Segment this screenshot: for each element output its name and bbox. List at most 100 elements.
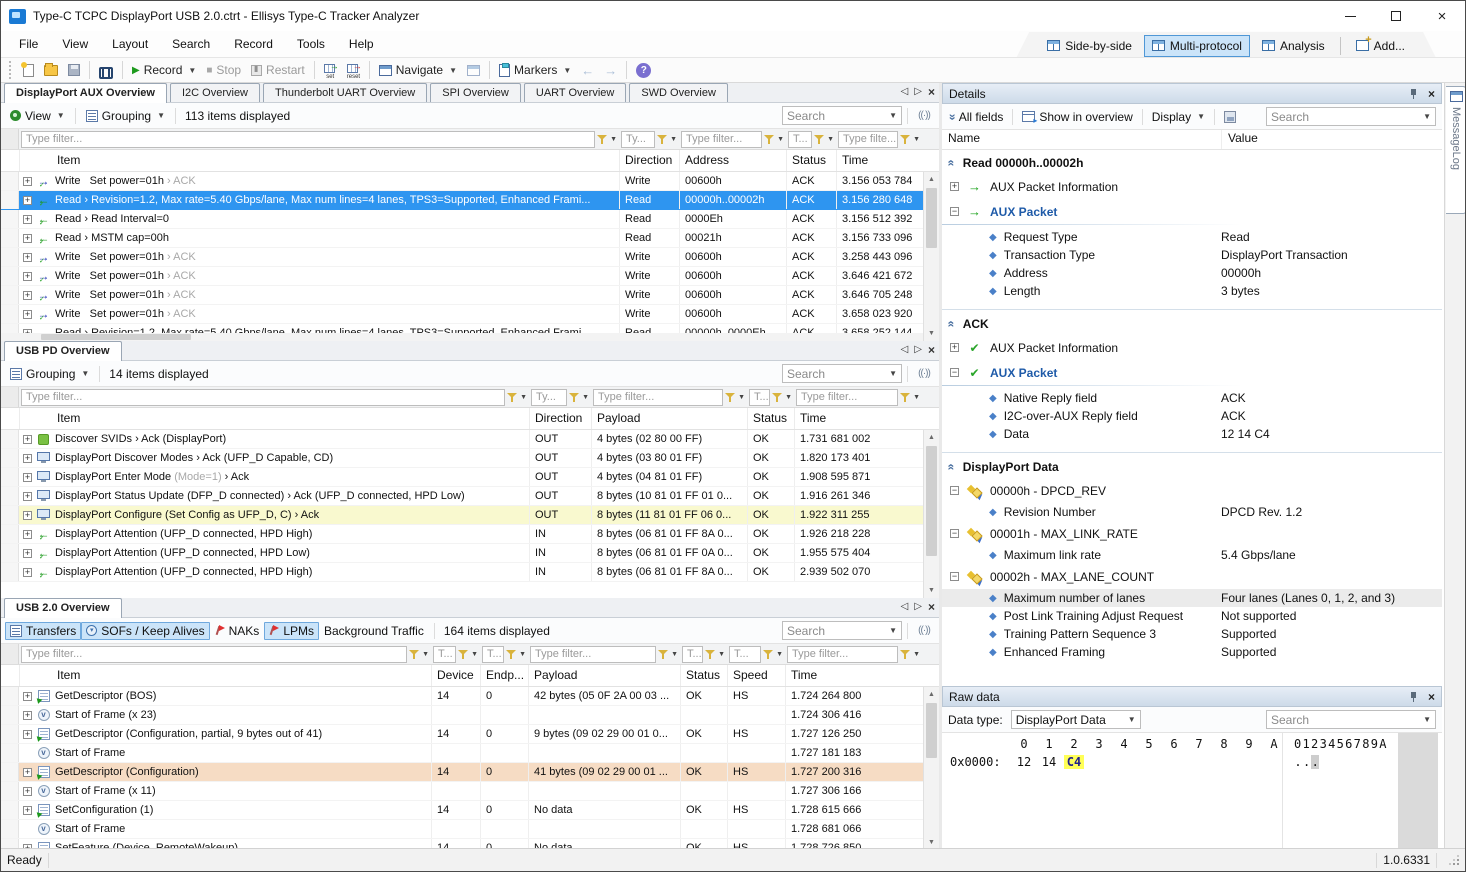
stop-button[interactable]: ■Stop [201, 61, 246, 79]
table-row[interactable]: +→Write Set power=01h › ACKWrite00600hAC… [1, 286, 939, 305]
table-row[interactable]: +←DisplayPort Attention (UFP_D connected… [1, 544, 939, 563]
hex-view[interactable]: 0123456789A0123456789A0x0000:1214C4... [942, 733, 1442, 850]
scroll-down-icon[interactable]: ▼ [924, 326, 939, 341]
type-filter-input[interactable]: T... [482, 646, 504, 663]
navigate-button[interactable]: Navigate▼ [374, 61, 462, 79]
details-search-input[interactable]: Search ▼ [1266, 107, 1436, 126]
filter-dropdown-icon[interactable]: ▼ [913, 394, 920, 401]
data-type-select[interactable]: DisplayPort Data ▼ [1011, 710, 1141, 729]
copy-details-icon[interactable] [1224, 111, 1236, 123]
expand-icon[interactable]: + [23, 196, 32, 205]
messagelog-tab[interactable]: MessageLog [1446, 86, 1466, 214]
column-header-status[interactable]: Status [680, 665, 727, 686]
filter-dropdown-icon[interactable]: ▼ [913, 136, 920, 143]
table-row[interactable]: +GetDescriptor (BOS)14042 bytes (05 0F 2… [1, 687, 939, 706]
table-row[interactable]: +DisplayPort Enter Mode (Mode=1) › AckOU… [1, 468, 939, 487]
expand-icon[interactable]: + [23, 291, 32, 300]
tab-displayport-aux-overview[interactable]: DisplayPort AUX Overview [4, 83, 167, 103]
filter-dropdown-icon[interactable]: ▼ [520, 394, 527, 401]
hex-byte[interactable]: C4 [1064, 755, 1084, 769]
filter-button-lpms[interactable]: LPMs [264, 622, 319, 640]
details-field-row[interactable]: ◆Maximum link rate5.4 Gbps/lane [942, 546, 1442, 564]
horizontal-scrollbar[interactable] [1, 333, 923, 341]
filter-funnel-icon[interactable] [764, 134, 775, 145]
details-field-row[interactable]: ◆Enhanced FramingSupported [942, 643, 1442, 661]
export-view-button[interactable] [462, 63, 485, 78]
filter-button-background-traffic[interactable]: Background Traffic [319, 622, 429, 640]
column-header-direction[interactable]: Direction [529, 408, 591, 429]
menu-record[interactable]: Record [222, 33, 285, 55]
layout-button-analysis[interactable]: Analysis [1254, 35, 1333, 57]
next-marker-button[interactable]: → [599, 61, 622, 80]
scrollbar-thumb[interactable] [926, 446, 937, 556]
column-header-status[interactable]: Status [786, 150, 836, 171]
details-field-row[interactable]: ◆Address00000h [942, 264, 1442, 282]
restart-button[interactable]: Restart [246, 61, 310, 79]
details-group-row[interactable]: +✔AUX Packet Information [942, 335, 1442, 360]
filter-button-naks[interactable]: NAKs [210, 622, 265, 640]
column-header-time[interactable]: Time [836, 150, 922, 171]
menu-layout[interactable]: Layout [100, 33, 160, 55]
type-filter-input[interactable]: Type filter... [593, 389, 723, 406]
panel-search-input[interactable]: Search▼ [782, 621, 902, 640]
expand-icon[interactable]: + [23, 530, 32, 539]
raw-search-input[interactable]: Search ▼ [1266, 710, 1436, 729]
type-filter-input[interactable]: Type filte... [838, 131, 898, 148]
column-header-item[interactable]: Item [19, 665, 431, 686]
new-file-button[interactable] [18, 62, 39, 79]
tab-thunderbolt-uart-overview[interactable]: Thunderbolt UART Overview [263, 83, 427, 102]
expand-icon[interactable]: + [23, 272, 32, 281]
type-filter-input[interactable]: Ty... [621, 131, 655, 148]
details-group-row[interactable]: −00002h - MAX_LANE_COUNT [942, 564, 1442, 589]
reset-trigger-button[interactable]: →reset [342, 62, 365, 78]
all-fields-button[interactable]: All fields [959, 110, 1004, 124]
toolbar-grip[interactable] [9, 61, 14, 79]
table-row[interactable]: +→Write Set power=01h › ACKWrite00600hAC… [1, 248, 939, 267]
type-filter-input[interactable]: T... [749, 389, 770, 406]
details-field-row[interactable]: ◆Post Link Training Adjust RequestNot su… [942, 607, 1442, 625]
expand-icon[interactable]: + [23, 568, 32, 577]
column-header-item[interactable]: Item [19, 150, 619, 171]
details-field-row[interactable]: ◆Training Pattern Sequence 3Supported [942, 625, 1442, 643]
column-header-time[interactable]: Time [785, 665, 922, 686]
filter-button-sofs-keep-alives[interactable]: ▾SOFs / Keep Alives [81, 622, 209, 640]
filter-button-transfers[interactable]: Transfers [5, 622, 81, 640]
tab-usb-2-0-overview[interactable]: USB 2.0 Overview [4, 598, 122, 618]
filter-dropdown-icon[interactable]: ▼ [776, 651, 783, 658]
details-group-row[interactable]: −00001h - MAX_LINK_RATE [942, 521, 1442, 546]
type-filter-input[interactable]: Type filter... [21, 131, 595, 148]
filter-funnel-icon[interactable] [657, 134, 668, 145]
table-row[interactable]: +←Read › Revision=1.2, Max rate=5.40 Gbp… [1, 191, 939, 210]
column-header-address[interactable]: Address [679, 150, 786, 171]
details-group-row[interactable]: −→AUX Packet [942, 199, 1442, 224]
open-button[interactable] [39, 63, 63, 78]
expand-icon[interactable]: + [23, 787, 32, 796]
set-trigger-button[interactable]: →set [319, 62, 342, 78]
filter-funnel-icon[interactable] [772, 392, 783, 403]
scroll-up-icon[interactable]: ▲ [924, 172, 939, 187]
filter-funnel-icon[interactable] [458, 649, 469, 660]
group-expand-icon[interactable]: + [950, 343, 959, 352]
filter-funnel-icon[interactable] [597, 134, 608, 145]
filter-funnel-icon[interactable] [658, 649, 669, 660]
panel-close-icon[interactable]: × [928, 345, 935, 355]
expand-icon[interactable]: + [23, 549, 32, 558]
scroll-tabs-right-icon[interactable]: ▷ [914, 601, 922, 612]
table-row[interactable]: +←DisplayPort Attention (UFP_D connected… [1, 525, 939, 544]
sync-selection-icon[interactable]: ((·)) [915, 625, 933, 636]
group-expand-icon[interactable]: − [950, 207, 959, 216]
expand-icon[interactable]: + [23, 473, 32, 482]
details-group-row[interactable]: −✔AUX Packet [942, 360, 1442, 385]
layout-button-multi-protocol[interactable]: Multi-protocol [1144, 35, 1250, 57]
column-header-item[interactable]: Item [19, 408, 529, 429]
expand-icon[interactable]: + [23, 511, 32, 520]
table-row[interactable]: +←Read › MSTM cap=00hRead00021hACK3.156 … [1, 229, 939, 248]
expand-icon[interactable]: + [23, 806, 32, 815]
tab-spi-overview[interactable]: SPI Overview [430, 83, 521, 102]
hex-byte[interactable]: 12 [1014, 755, 1034, 769]
group-expand-icon[interactable]: − [950, 572, 959, 581]
table-row[interactable]: +→Write Set power=01h › ACKWrite00600hAC… [1, 267, 939, 286]
grouping-button[interactable]: Grouping▼ [81, 107, 170, 125]
menu-tools[interactable]: Tools [285, 33, 337, 55]
grouping-button[interactable]: Grouping▼ [5, 365, 94, 383]
